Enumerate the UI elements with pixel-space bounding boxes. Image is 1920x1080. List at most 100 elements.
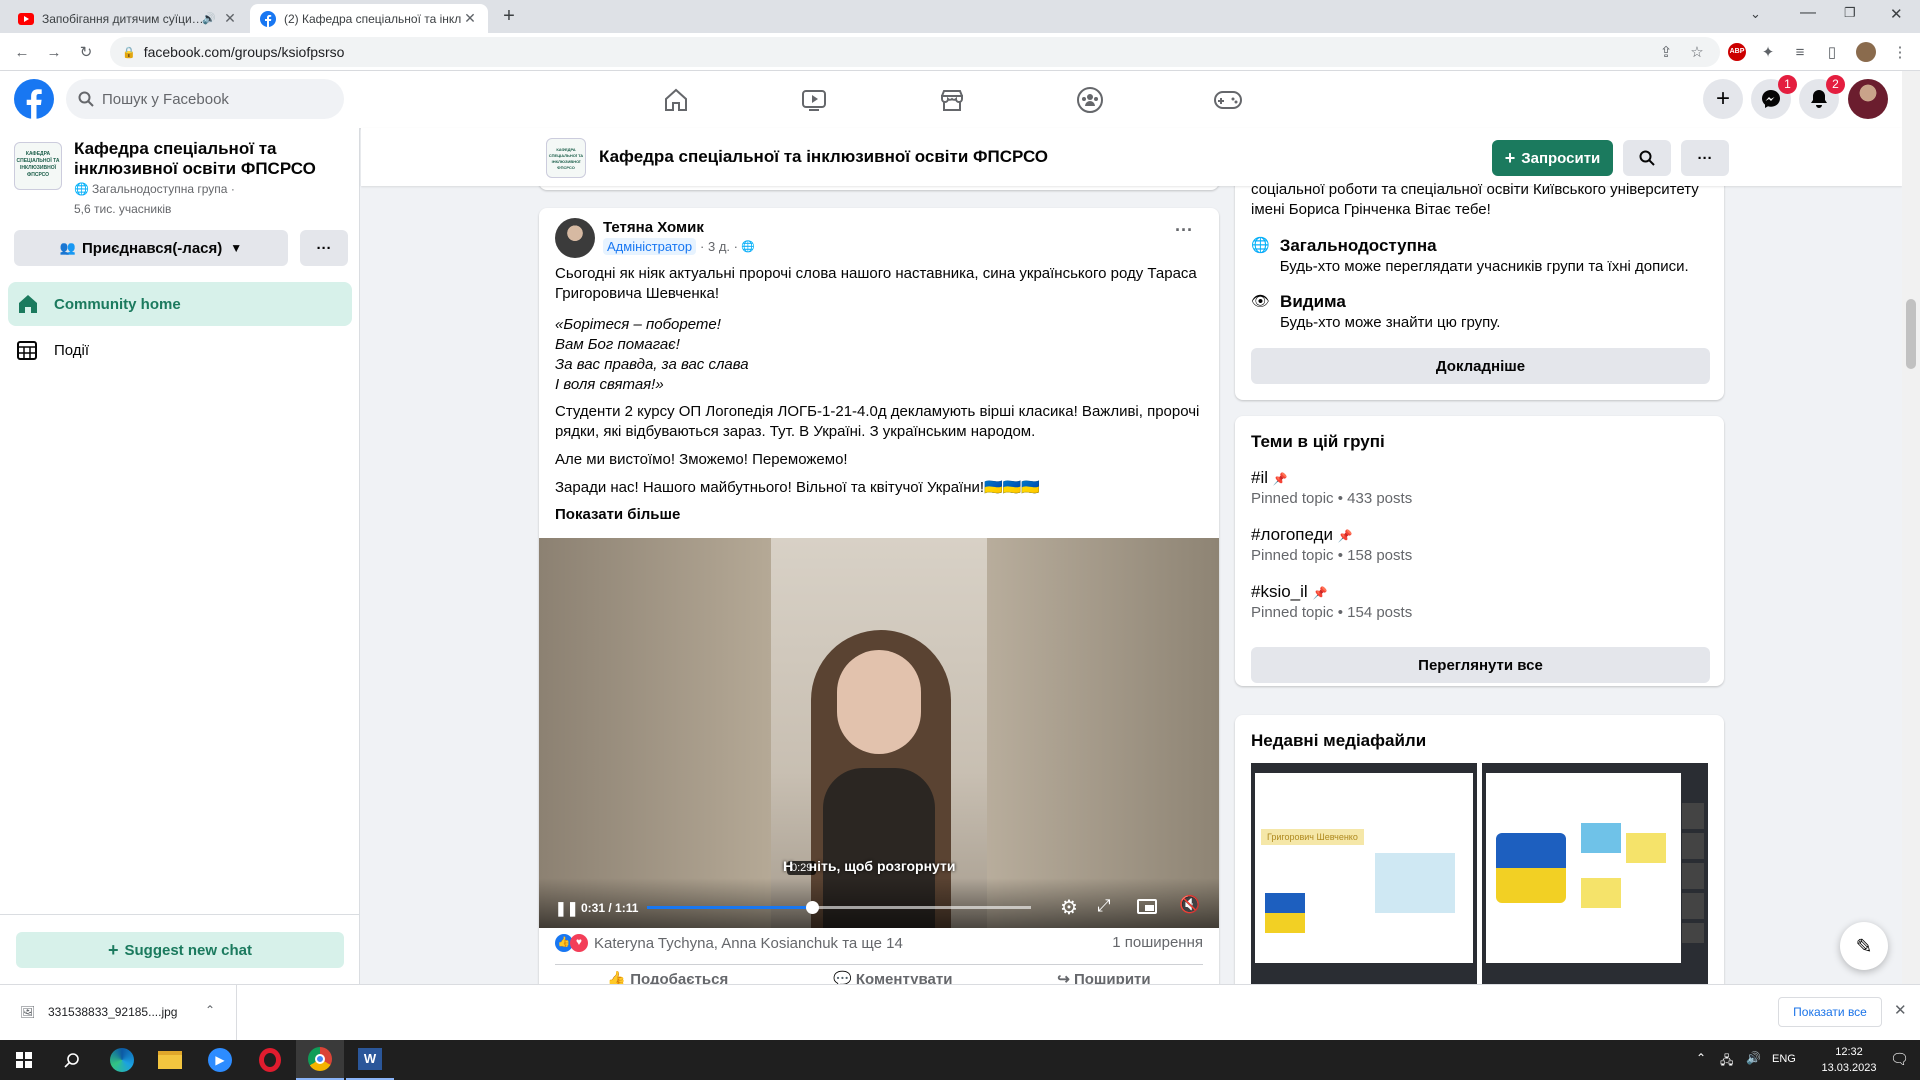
audio-icon[interactable]: 🔊	[202, 12, 216, 25]
language-indicator[interactable]: ENG	[1772, 1053, 1796, 1065]
nav-gaming-icon[interactable]	[1168, 71, 1288, 128]
reload-icon[interactable]: ↻	[74, 40, 98, 64]
facebook-logo-icon[interactable]	[14, 79, 54, 119]
search-icon[interactable]	[48, 1040, 96, 1080]
network-icon[interactable]: 🖧	[1720, 1051, 1733, 1072]
browser-tab-facebook[interactable]: (2) Кафедра спеціальної та інклю… ✕	[250, 4, 488, 33]
notifications-badge: 2	[1826, 75, 1845, 94]
media-thumbnail[interactable]	[1482, 763, 1708, 985]
media-thumbnail[interactable]: Григорович Шевченко	[1251, 763, 1477, 985]
admin-badge[interactable]: Адміністратор	[603, 238, 697, 255]
back-icon[interactable]: ←	[10, 40, 34, 64]
close-downloads-icon[interactable]: ✕	[1894, 1001, 1907, 1019]
group-members[interactable]: 5,6 тис. учасників	[74, 202, 171, 216]
volume-icon[interactable]: 🔊	[1746, 1051, 1761, 1065]
topic-item[interactable]: #ksio_il 📌 Pinned topic • 154 posts	[1251, 582, 1412, 621]
pause-icon[interactable]: ❚❚	[555, 900, 578, 917]
minimize-icon[interactable]: —	[1800, 4, 1816, 22]
media-control-icon[interactable]: ≡	[1788, 40, 1812, 64]
globe-icon: 🌐	[74, 182, 89, 196]
url-text: facebook.com/groups/ksiofpsrso	[143, 44, 345, 60]
word-icon[interactable]: W	[346, 1040, 394, 1080]
account-avatar[interactable]	[1848, 79, 1888, 119]
messenger-button[interactable]: 1	[1751, 75, 1797, 119]
post-options-icon[interactable]: ···	[1175, 220, 1193, 241]
extensions-icon[interactable]: ✦	[1756, 40, 1780, 64]
file-explorer-icon[interactable]	[146, 1040, 194, 1080]
chevron-up-icon[interactable]: ⌃	[1696, 1051, 1706, 1065]
topic-item[interactable]: #il 📌 Pinned topic • 433 posts	[1251, 468, 1412, 507]
profile-avatar[interactable]	[1856, 42, 1876, 62]
group-more-button[interactable]: ···	[300, 230, 348, 266]
suggest-new-chat-button[interactable]: + Suggest new chat	[16, 932, 344, 968]
group-logo[interactable]: КАФЕДРА СПЕЦІАЛЬНОЇ ТА ІНКЛЮЗИВНОЇ ФПСРС…	[14, 142, 62, 190]
forward-icon[interactable]: →	[42, 40, 66, 64]
restore-icon[interactable]: ❐	[1844, 5, 1856, 21]
people-icon: 👥	[59, 240, 76, 255]
opera-icon[interactable]	[246, 1040, 294, 1080]
sidebar-item-community-home[interactable]: Community home	[8, 282, 352, 326]
pip-icon[interactable]	[1137, 899, 1157, 914]
post-divider	[555, 964, 1203, 965]
header-group-name[interactable]: Кафедра спеціальної та інклюзивної освіт…	[599, 147, 1048, 167]
facebook-search[interactable]: Пошук у Facebook	[66, 79, 344, 119]
nav-marketplace-icon[interactable]	[892, 71, 1012, 128]
facebook-favicon-icon	[260, 10, 276, 27]
notification-center-icon[interactable]: 🗨	[1890, 1050, 1909, 1068]
nav-video-icon[interactable]	[754, 71, 874, 128]
lock-icon: 🔒	[122, 46, 136, 59]
nav-groups-icon[interactable]	[1030, 71, 1150, 128]
browser-tab-youtube[interactable]: Запобігання дитячим суїци… 🔊 ✕	[8, 4, 248, 33]
topic-item[interactable]: #логопеди 📌 Pinned topic • 158 posts	[1251, 525, 1412, 564]
chevron-up-icon[interactable]: ⌃	[205, 1003, 215, 1017]
show-all-downloads-button[interactable]: Показати все	[1778, 997, 1882, 1027]
header-group-logo[interactable]: КАФЕДРА СПЕЦІАЛЬНОЇ ТА ІНКЛЮЗИВНОЇ ФПСРС…	[546, 138, 586, 178]
details-button[interactable]: Докладніше	[1251, 348, 1710, 384]
sidebar-item-events[interactable]: Події	[8, 328, 352, 372]
group-header-more-button[interactable]: ···	[1681, 140, 1729, 176]
plus-icon: +	[1504, 147, 1516, 168]
edge-icon[interactable]	[98, 1040, 146, 1080]
bookmark-star-icon[interactable]: ☆	[1685, 40, 1709, 64]
share-icon[interactable]: ⇪	[1654, 40, 1678, 64]
chrome-menu-icon[interactable]: ⋮	[1888, 40, 1912, 64]
window-close-icon[interactable]: ✕	[1890, 5, 1903, 23]
author-avatar[interactable]	[555, 218, 595, 258]
fullscreen-icon[interactable]: ⤢	[1097, 896, 1111, 916]
group-name[interactable]: Кафедра спеціальної та інклюзивної освіт…	[74, 139, 344, 179]
side-panel-icon[interactable]: ▯	[1820, 40, 1844, 64]
settings-gear-icon[interactable]: ⚙	[1060, 895, 1078, 920]
notifications-button[interactable]: 2	[1799, 75, 1845, 119]
joined-button[interactable]: 👥 Приєднався(-лася) ▼	[14, 230, 288, 266]
close-tab-icon[interactable]: ✕	[462, 10, 478, 27]
tab-search-icon[interactable]: ⌄	[1750, 6, 1761, 22]
clock[interactable]: 12:32 13.03.2023	[1814, 1044, 1884, 1076]
see-all-topics-button[interactable]: Переглянути все	[1251, 647, 1710, 683]
close-tab-icon[interactable]: ✕	[222, 10, 238, 27]
new-tab-button[interactable]: +	[498, 6, 520, 28]
new-message-compose-icon[interactable]: ✎	[1840, 922, 1888, 970]
adblock-icon[interactable]: ABP	[1728, 43, 1746, 61]
shares-count[interactable]: 1 поширення	[1112, 934, 1203, 951]
windows-start-icon[interactable]	[0, 1040, 48, 1080]
scrollbar-thumb[interactable]	[1906, 299, 1916, 369]
post-meta: Адміністратор · 3 д. · 🌐	[603, 238, 755, 255]
video-progress-track[interactable]	[647, 901, 1031, 914]
mute-icon[interactable]: 🔇	[1179, 895, 1200, 915]
invite-button[interactable]: + Запросити	[1492, 140, 1613, 176]
show-more-link[interactable]: Показати більше	[555, 506, 680, 523]
post-time[interactable]: · 3 д. ·	[700, 239, 738, 254]
download-filename[interactable]: 331538833_92185....jpg	[48, 1005, 177, 1019]
post-author[interactable]: Тетяна Хомик	[603, 219, 704, 236]
zoom-icon[interactable]: ▶	[196, 1040, 244, 1080]
create-button[interactable]: +	[1703, 79, 1743, 119]
reactions-summary[interactable]: 👍 ♥ Kateryna Tychyna, Anna Kosianchuk та…	[555, 934, 903, 952]
slide-block	[1581, 823, 1621, 853]
page-scrollbar[interactable]	[1902, 71, 1920, 984]
nav-home-icon[interactable]	[616, 71, 736, 128]
chrome-taskbar-icon[interactable]	[296, 1040, 344, 1080]
video-player[interactable]: 0:29 Н ніть, щоб розгорнути ❚❚ 0:31 / 1:…	[539, 538, 1219, 928]
video-scrubber-handle[interactable]	[806, 901, 820, 914]
address-bar[interactable]: 🔒 facebook.com/groups/ksiofpsrso	[110, 37, 1720, 67]
group-search-button[interactable]	[1623, 140, 1671, 176]
